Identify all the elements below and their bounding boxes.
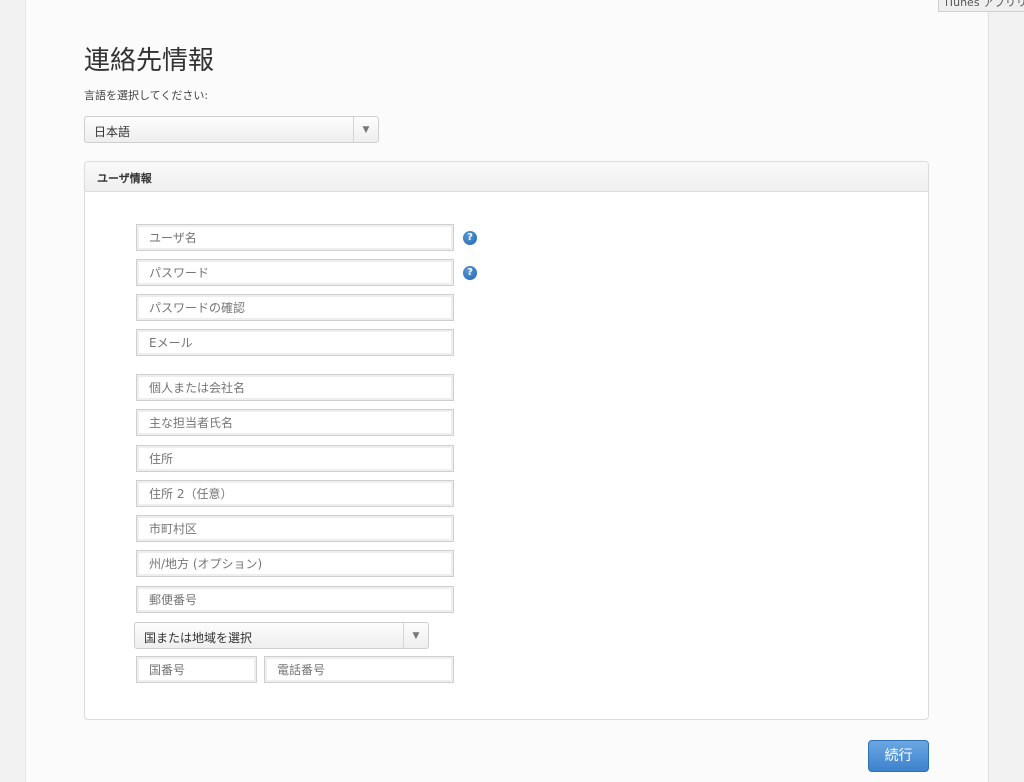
continue-button[interactable]: 続行	[868, 740, 929, 772]
country-select-value: 国または地域を選択	[144, 631, 253, 645]
primary-contact-field[interactable]	[136, 409, 454, 436]
phone-field[interactable]	[264, 656, 454, 683]
country-code-field[interactable]	[136, 656, 257, 683]
country-select[interactable]: 国または地域を選択 ▼	[134, 622, 429, 649]
page-title: 連絡先情報	[84, 46, 215, 76]
language-select-value: 日本語	[94, 125, 131, 139]
username-field[interactable]	[136, 224, 454, 251]
city-field[interactable]	[136, 515, 454, 542]
itunes-app-tab[interactable]: iTunes アプリリ	[938, 0, 1024, 12]
user-info-header: ユーザ情報	[85, 162, 928, 192]
password-confirm-field[interactable]	[136, 294, 454, 321]
language-select[interactable]: 日本語 ▼	[84, 116, 379, 143]
name-or-company-field[interactable]	[136, 374, 454, 401]
help-icon[interactable]: ?	[463, 231, 477, 245]
email-field[interactable]	[136, 329, 454, 356]
password-field[interactable]	[136, 259, 454, 286]
state-field[interactable]	[136, 550, 454, 577]
help-icon[interactable]: ?	[463, 266, 477, 280]
address2-field[interactable]	[136, 480, 454, 507]
address-field[interactable]	[136, 445, 454, 472]
postal-code-field[interactable]	[136, 586, 454, 613]
chevron-down-icon: ▼	[403, 623, 428, 648]
language-label: 言語を選択してください:	[84, 89, 209, 102]
chevron-down-icon: ▼	[353, 117, 378, 142]
